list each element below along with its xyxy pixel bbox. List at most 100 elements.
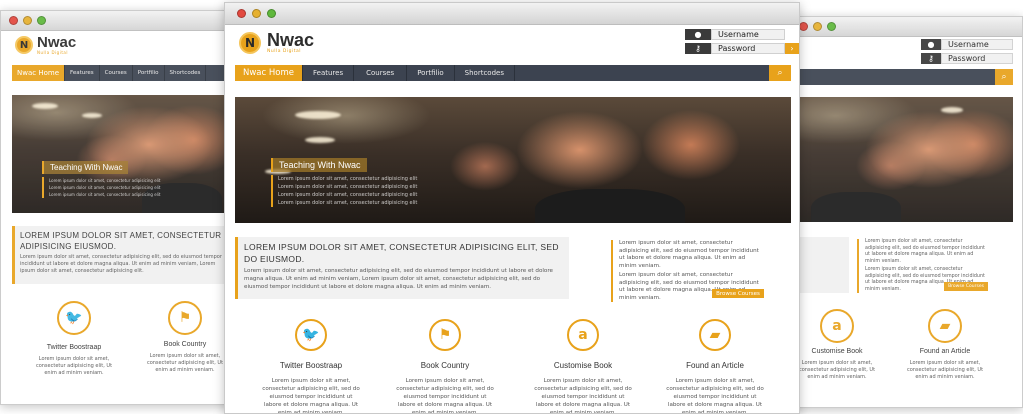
feature-found-article[interactable]: ▰ Found an Article Lorem ipsum dolor sit… [901, 309, 989, 381]
login-form: ● Username ⚷ Password › [685, 29, 799, 57]
main-browser-window: N Nwac Nulla Digital ● Username ⚷ Passwo… [224, 2, 800, 414]
maximize-dot-icon[interactable] [37, 16, 46, 25]
twitter-bird-icon: 🐦 [57, 301, 91, 335]
username-field[interactable]: Username [941, 39, 1013, 50]
feature-text: Lorem ipsum dolor sit amet, consectetur … [666, 378, 764, 414]
close-dot-icon[interactable] [9, 16, 18, 25]
hero-banner: Teaching With Nwac Lorem ipsum dolor sit… [12, 95, 231, 213]
hero-line: Lorem ipsum dolor sit amet, consectetur … [49, 178, 161, 183]
nav-item-shortcodes[interactable]: Shortcodes [165, 65, 207, 81]
intro-body: Lorem ipsum dolor sit amet, consectetur … [244, 268, 553, 290]
hero-caption: Teaching With Nwac Lorem ipsum dolor sit… [271, 153, 417, 207]
intro-heading: Lorem ipsum dolor sit amet, consectetur … [244, 242, 559, 264]
key-icon: ⚷ [685, 43, 711, 54]
nav-item-home[interactable]: Nwac Home [235, 65, 303, 81]
nav-item-portfolio[interactable]: Portfilio [407, 65, 455, 81]
ceiling-light [941, 107, 963, 113]
intro-body: Lorem ipsum dolor sit amet, consectetur … [20, 254, 222, 274]
feature-text: Lorem ipsum dolor sit amet, consectetur … [35, 356, 113, 376]
browse-courses-button[interactable]: Browse Courses [712, 289, 764, 298]
folder-icon: ▰ [699, 319, 731, 351]
ceiling-light [305, 137, 335, 143]
hero-person-shirt [811, 192, 901, 222]
feature-title: Customise Book [553, 361, 613, 370]
nav-item-shortcodes[interactable]: Shortcodes [455, 65, 515, 81]
username-row: ● Username [685, 29, 799, 40]
feature-title: Customise Book [811, 348, 863, 355]
hero-line: Lorem ipsum dolor sit amet, consectetur … [278, 200, 418, 206]
hero-banner: Teaching With Nwac Lorem ipsum dolor sit… [235, 97, 791, 223]
hero-banner [791, 97, 1013, 222]
nav-item-courses[interactable]: Courses [354, 65, 408, 81]
username-row: ● Username [921, 39, 1013, 50]
feature-found-article[interactable]: ▰ Found an Article Lorem ipsum dolor sit… [665, 319, 765, 414]
bullet-item: Lorem ipsum dolor sit amet, consectetur … [619, 240, 759, 269]
bullet-item: Lorem ipsum dolor sit amet, consectetur … [865, 239, 985, 264]
ceiling-light [82, 113, 102, 118]
search-icon[interactable]: ⌕ [995, 69, 1013, 85]
intro-box: Lorem ipsum dolor sit amet, consectetur … [235, 237, 569, 299]
minimize-dot-icon[interactable] [252, 9, 261, 18]
window-titlebar [225, 3, 799, 25]
nav-item-features[interactable]: Features [303, 65, 355, 81]
close-dot-icon[interactable] [237, 9, 246, 18]
login-submit-button[interactable]: › [785, 43, 799, 54]
main-nav: ⌕ [791, 69, 1013, 85]
browse-courses-button[interactable]: Browse Courses [944, 282, 988, 291]
maximize-dot-icon[interactable] [267, 9, 276, 18]
twitter-bird-icon: 🐦 [295, 319, 327, 351]
intro-box: Lorem ipsum dolor sit amet, consectetur … [12, 226, 231, 284]
login-form: ● Username ⚷ Password [921, 39, 1013, 67]
logo[interactable]: N Nwac Nulla Digital [239, 30, 315, 54]
amazon-icon: a [820, 309, 854, 343]
feature-customise-book[interactable]: a Customise Book Lorem ipsum dolor sit a… [797, 309, 877, 381]
nav-item-features[interactable]: Features [65, 65, 100, 81]
feature-customise-book[interactable]: a Customise Book Lorem ipsum dolor sit a… [533, 319, 633, 414]
hero-line: Lorem ipsum dolor sit amet, consectetur … [49, 192, 161, 197]
nav-item-portfolio[interactable]: Portfilio [133, 65, 165, 81]
amazon-icon: a [567, 319, 599, 351]
feature-title: Found an Article [686, 361, 744, 370]
minimize-dot-icon[interactable] [23, 16, 32, 25]
password-row: ⚷ Password › [685, 43, 799, 54]
feature-title: Twitter Boostraap [279, 361, 343, 370]
password-field[interactable]: Password [711, 43, 785, 54]
feature-text: Lorem ipsum dolor sit amet, consectetur … [534, 378, 632, 414]
feature-book-country[interactable]: ⚑ Book Country Lorem ipsum dolor sit ame… [395, 319, 495, 414]
feature-text: Lorem ipsum dolor sit amet, consectetur … [906, 360, 984, 380]
ceiling-light [295, 111, 341, 119]
feature-twitter[interactable]: 🐦 Twitter Boostraap Lorem ipsum dolor si… [31, 301, 117, 377]
feature-twitter[interactable]: 🐦 Twitter Boostraap Lorem ipsum dolor si… [261, 319, 361, 414]
password-field[interactable]: Password [941, 53, 1013, 64]
maximize-dot-icon[interactable] [827, 22, 836, 31]
hero-caption: Teaching With Nwac Lorem ipsum dolor sit… [42, 155, 160, 198]
feature-text: Lorem ipsum dolor sit amet, consectetur … [396, 378, 494, 414]
feature-text: Lorem ipsum dolor sit amet, consectetur … [262, 378, 360, 414]
username-field[interactable]: Username [711, 29, 785, 40]
logo-badge-icon: N [15, 36, 33, 54]
logo-name: Nwac [37, 34, 77, 51]
logo-name: Nwac [267, 30, 315, 50]
hero-line: Lorem ipsum dolor sit amet, consectetur … [278, 176, 418, 182]
feature-book-country[interactable]: ⚑ Book Country Lorem ipsum dolor sit ame… [141, 301, 229, 374]
search-icon[interactable]: ⌕ [769, 65, 791, 81]
hero-line: Lorem ipsum dolor sit amet, consectetur … [49, 185, 161, 190]
intro-heading: Lorem ipsum dolor sit amet, consectetur … [20, 231, 222, 251]
nav-item-home[interactable]: Nwac Home [12, 65, 65, 81]
password-row: ⚷ Password [921, 53, 1013, 64]
flag-icon: ⚑ [168, 301, 202, 335]
logo[interactable]: N Nwac Nulla Digital [15, 35, 76, 55]
ceiling-light [32, 103, 58, 109]
left-browser-window: N Nwac Nulla Digital Nwac Home Features … [0, 10, 232, 405]
folder-icon: ▰ [928, 309, 962, 343]
feature-title: Found an Article [919, 348, 971, 355]
feature-title: Book Country [163, 341, 207, 348]
logo-badge-icon: N [239, 32, 261, 54]
feature-title: Book Country [420, 361, 470, 370]
user-icon: ● [921, 39, 941, 50]
minimize-dot-icon[interactable] [813, 22, 822, 31]
feature-text: Lorem ipsum dolor sit amet, consectetur … [798, 360, 876, 380]
feature-title: Twitter Boostraap [46, 344, 102, 351]
nav-item-courses[interactable]: Courses [100, 65, 133, 81]
close-dot-icon[interactable] [799, 22, 808, 31]
